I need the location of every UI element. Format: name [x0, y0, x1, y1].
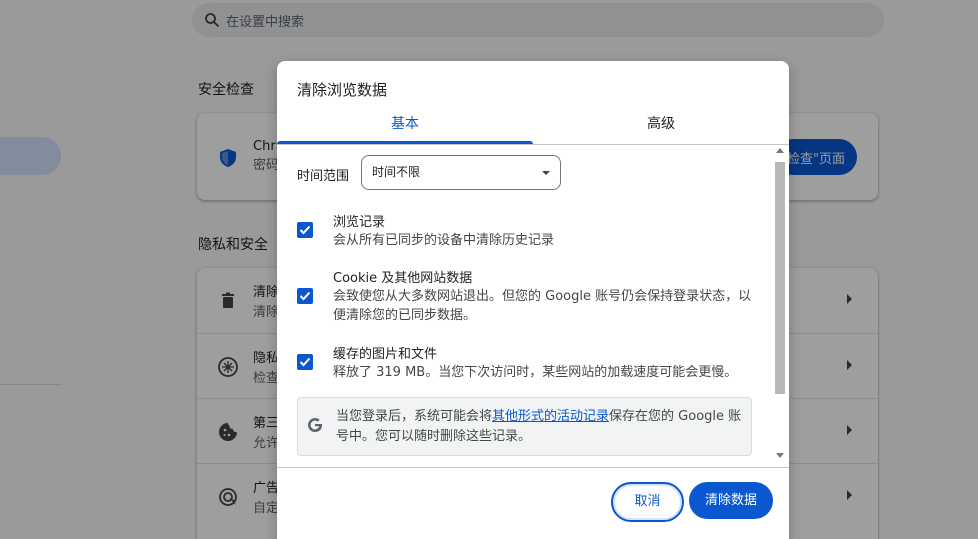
cancel-button[interactable]: 取消	[611, 482, 684, 522]
clear-browsing-data-dialog: 清除浏览数据 基本 高级 时间范围 时间不限 浏览记录 会从所有已同步的设备中清…	[277, 61, 789, 539]
google-g-icon	[308, 418, 322, 432]
dialog-content: 时间范围 时间不限 浏览记录 会从所有已同步的设备中清除历史记录 Cookie …	[277, 145, 789, 467]
google-account-info-box: 当您登录后，系统可能会将其他形式的活动记录保存在您的 Google 账号中。您可…	[297, 397, 752, 456]
checkmark-icon	[299, 225, 311, 235]
time-range-select[interactable]: 时间不限	[361, 155, 561, 190]
option-title-cache: 缓存的图片和文件	[333, 347, 438, 362]
scrollbar-thumb[interactable]	[775, 162, 785, 394]
option-desc-cookies: 会致使您从大多数网站退出。但您的 Google 账号仍会保持登录状态，以便清除您…	[333, 289, 752, 323]
checkbox-browsing-history[interactable]	[297, 222, 313, 238]
time-range-label: 时间范围	[297, 169, 350, 184]
option-desc-browsing-history: 会从所有已同步的设备中清除历史记录	[333, 233, 555, 248]
clear-data-button[interactable]: 清除数据	[689, 482, 773, 519]
dialog-scrollbar[interactable]	[773, 145, 787, 467]
tab-advanced[interactable]: 高级	[533, 111, 789, 144]
option-title-browsing-history: 浏览记录	[333, 215, 386, 230]
info-text-prefix: 当您登录后，系统可能会将	[336, 409, 493, 424]
footer-divider	[277, 467, 789, 468]
option-title-cookies: Cookie 及其他网站数据	[333, 271, 473, 286]
checkbox-cache[interactable]	[297, 354, 313, 370]
checkmark-icon	[299, 357, 311, 367]
info-text: 当您登录后，系统可能会将其他形式的活动记录保存在您的 Google 账号中。您可…	[336, 407, 746, 447]
dialog-title: 清除浏览数据	[297, 81, 388, 99]
time-range-value: 时间不限	[372, 165, 421, 179]
scroll-up-arrow-icon[interactable]	[776, 148, 784, 153]
tab-basic[interactable]: 基本	[277, 111, 533, 144]
dialog-tabs: 基本 高级	[277, 111, 789, 144]
scroll-down-arrow-icon[interactable]	[776, 453, 784, 458]
checkmark-icon	[299, 291, 311, 301]
dropdown-caret-icon	[542, 171, 550, 175]
option-desc-cache: 释放了 319 MB。当您下次访问时，某些网站的加载速度可能会更慢。	[333, 365, 738, 380]
checkbox-cookies[interactable]	[297, 288, 313, 304]
other-activity-link[interactable]: 其他形式的活动记录	[492, 409, 609, 424]
